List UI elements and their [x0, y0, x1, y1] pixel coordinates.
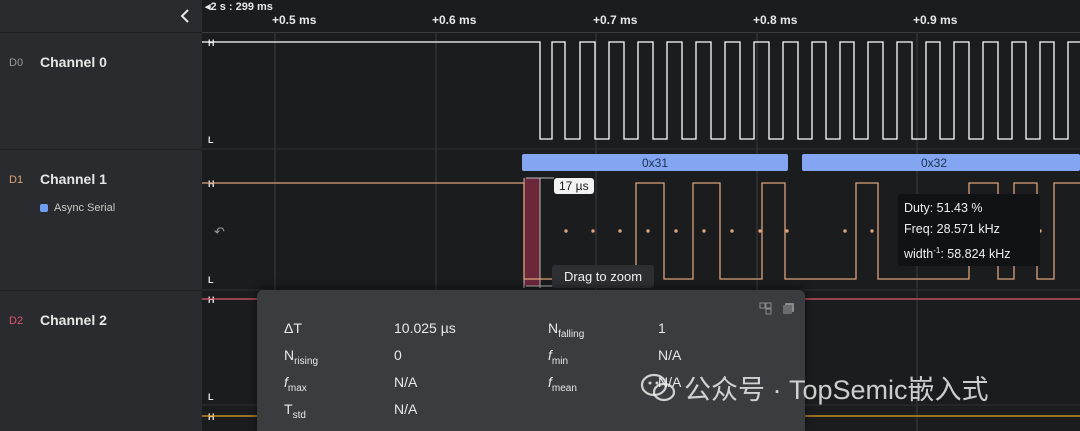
analyzer-name: Async Serial [54, 202, 116, 214]
f-min-value: N/A [658, 347, 682, 363]
level-low-label: L [208, 392, 214, 402]
n-falling-label: Nfalling [548, 320, 585, 340]
t-std-value: N/A [394, 401, 418, 417]
channel-row-0[interactable]: D0 Channel 0 [0, 33, 202, 150]
chevron-left-icon[interactable] [176, 6, 196, 26]
level-high-label: H [208, 295, 215, 305]
wechat-icon [640, 373, 676, 401]
level-high-label: H [208, 412, 215, 422]
watermark: 公众号 · TopSemic嵌入式 [640, 368, 989, 407]
width-value: : 58.824 kHz [940, 247, 1011, 262]
channel-tag: D2 [9, 315, 24, 327]
level-low-label: L [208, 275, 214, 285]
drag-to-zoom-hint: Drag to zoom [552, 265, 655, 288]
channel-sidebar: D0 Channel 0 D1 Channel 1 Async Serial D… [0, 0, 202, 431]
analyzer-color-icon [40, 204, 48, 212]
f-mean-label: fmean [548, 374, 577, 394]
t-std-label: Tstd [284, 401, 306, 421]
channel-name[interactable]: Channel 2 [40, 312, 107, 328]
channel-0-waveform [202, 41, 1080, 140]
channel-row-2[interactable]: D2 Channel 2 [0, 291, 202, 431]
f-max-label: fmax [284, 374, 307, 394]
delta-t-label: ΔT [284, 320, 302, 336]
sidebar-header [0, 0, 202, 33]
analyzer-label[interactable]: Async Serial [40, 202, 115, 214]
measurement-tooltip: Duty: 51.43 % Freq: 28.571 kHz width-1: … [898, 194, 1040, 266]
frame-value: 0x31 [642, 156, 668, 170]
channel-name[interactable]: Channel 0 [40, 54, 107, 70]
channel-tag: D0 [9, 57, 24, 69]
selection-region [524, 178, 540, 286]
duty-readout: Duty: 51.43 % [904, 201, 983, 215]
channel-row-1[interactable]: D1 Channel 1 Async Serial [0, 150, 202, 291]
marker-width-badge: 17 µs [554, 178, 594, 194]
width-readout: width-1: 58.824 kHz [904, 246, 1011, 262]
frame-value: 0x32 [921, 156, 947, 170]
measurement-panel: ΔT 10.025 µs Nfalling 1 Nrising 0 fmin N… [257, 290, 805, 431]
freq-readout: Freq: 28.571 kHz [904, 222, 1000, 236]
width-prefix: width [904, 247, 934, 262]
edge-trigger-icon: ↶ [214, 225, 225, 240]
f-max-value: N/A [394, 374, 418, 390]
channel-tag: D1 [9, 174, 24, 186]
level-high-label: H [208, 179, 215, 189]
n-rising-label: Nrising [284, 347, 319, 367]
copy-icon[interactable] [759, 302, 772, 315]
n-rising-value: 0 [394, 347, 402, 363]
channel-name[interactable]: Channel 1 [40, 171, 107, 187]
f-min-label: fmin [548, 347, 569, 367]
watermark-text: 公众号 · TopSemic嵌入式 [684, 375, 989, 405]
n-falling-value: 1 [658, 320, 666, 336]
delta-t-value: 10.025 µs [394, 320, 456, 336]
layers-icon[interactable] [782, 302, 795, 315]
level-high-label: H [208, 38, 215, 48]
level-low-label: L [208, 135, 214, 145]
